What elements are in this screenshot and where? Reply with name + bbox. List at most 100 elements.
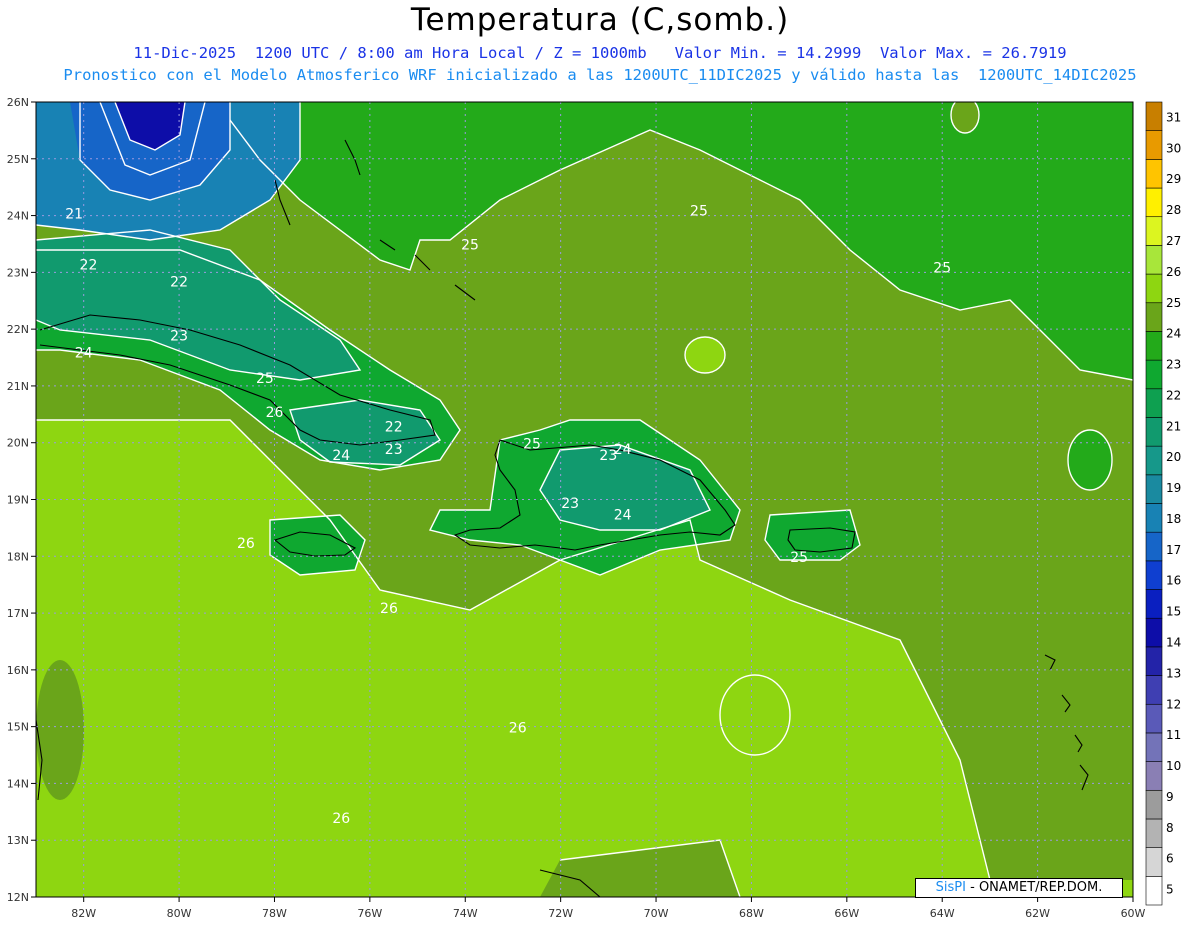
colorbar-label: 31 <box>1166 110 1181 124</box>
lon-tick-label: 66W <box>834 907 859 920</box>
lat-tick-label: 15N <box>7 721 29 734</box>
colorbar-swatch <box>1145 789 1163 820</box>
contour-label: 25 <box>933 260 951 276</box>
lat-tick-label: 20N <box>7 437 29 450</box>
lat-tick-label: 26N <box>7 96 29 109</box>
colorbar-swatch <box>1145 417 1163 447</box>
lon-tick-label: 76W <box>357 907 382 920</box>
lon-tick-label: 60W <box>1121 907 1146 920</box>
contour-label: 24 <box>614 507 632 523</box>
colorbar-swatch <box>1145 646 1163 676</box>
contour-label: 26 <box>266 405 284 421</box>
colorbar-swatch <box>1145 675 1163 705</box>
colorbar-label: 26 <box>1166 265 1181 279</box>
lat-tick-label: 22N <box>7 323 29 336</box>
field-band-25-west <box>36 660 84 800</box>
contour-label: 24 <box>332 448 350 464</box>
lat-tick-label: 14N <box>7 777 29 790</box>
lon-tick-label: 82W <box>71 907 96 920</box>
colorbar-swatch <box>1145 876 1163 906</box>
colorbar-swatch <box>1145 216 1163 246</box>
contour-label: 21 <box>65 206 83 222</box>
contour-label: 26 <box>509 720 527 736</box>
temperature-field <box>36 102 1133 897</box>
colorbar-swatch <box>1145 159 1163 189</box>
credit-brand: SisPI <box>935 880 966 895</box>
colorbar-label: 11 <box>1166 728 1181 742</box>
colorbar-label: 10 <box>1166 759 1181 773</box>
colorbar-swatch <box>1145 847 1163 877</box>
colorbar-label: 17 <box>1166 543 1181 557</box>
colorbar-label: 12 <box>1166 697 1181 711</box>
colorbar-label: 14 <box>1166 635 1181 649</box>
colorbar-label: 9 <box>1166 790 1174 804</box>
lon-tick-label: 68W <box>739 907 764 920</box>
colorbar-label: 24 <box>1166 327 1181 341</box>
credit-text: - ONAMET/REP.DOM. <box>965 880 1103 895</box>
colorbar-label: 27 <box>1166 234 1181 248</box>
colorbar-swatch <box>1145 560 1163 590</box>
contour-label: 24 <box>75 346 93 362</box>
colorbar-swatch <box>1145 818 1163 848</box>
colorbar-swatch <box>1145 474 1163 504</box>
lat-tick-label: 21N <box>7 380 29 393</box>
lat-tick-label: 18N <box>7 550 29 563</box>
colorbar-swatch <box>1145 359 1163 390</box>
colorbar-swatch <box>1145 445 1163 476</box>
lon-tick-label: 78W <box>262 907 287 920</box>
colorbar-swatch <box>1145 732 1163 762</box>
temperature-map: 82W 80W 78W 76W 74W 72W 70W 68W 66W 64W 62W 60W 12N… <box>7 96 1182 920</box>
colorbar-swatch <box>1145 187 1163 218</box>
lat-tick-label: 16N <box>7 664 29 677</box>
contour-label: 24 <box>614 442 632 458</box>
colorbar-swatch <box>1145 388 1163 418</box>
contour-label: 25 <box>690 204 708 220</box>
colorbar-label: 15 <box>1166 605 1181 619</box>
colorbar-label: 30 <box>1166 141 1181 155</box>
contour-label: 26 <box>237 536 255 552</box>
contour-label: 22 <box>80 258 98 274</box>
lat-tick-label: 19N <box>7 494 29 507</box>
contour-label: 25 <box>256 371 274 387</box>
colorbar-label: 23 <box>1166 358 1181 372</box>
field-band-23-puertorico <box>765 510 860 560</box>
colorbar-swatch <box>1145 531 1163 562</box>
contour-label: 25 <box>790 550 808 566</box>
lon-tick-label: 80W <box>167 907 192 920</box>
colorbar-label: 22 <box>1166 388 1181 402</box>
colorbar-swatch <box>1145 703 1163 734</box>
credit-box: SisPI - ONAMET/REP.DOM. <box>915 878 1123 898</box>
longitude-ticks: 82W 80W 78W 76W 74W 72W 70W 68W 66W 64W 62W 60W <box>71 897 1146 920</box>
contour-label: 22 <box>385 419 403 435</box>
lon-tick-label: 70W <box>644 907 669 920</box>
colorbar: 5 6 8 9 10 11 12 13 14 15 16 17 18 19 20 21 22 23 24 25 26 27… <box>1145 101 1181 906</box>
colorbar-swatch <box>1145 589 1163 619</box>
colorbar-label: 20 <box>1166 450 1181 464</box>
contour-label: 25 <box>461 238 479 254</box>
lat-tick-label: 25N <box>7 153 29 166</box>
contour-label: 23 <box>170 329 188 345</box>
lat-tick-label: 23N <box>7 266 29 279</box>
lat-tick-label: 24N <box>7 210 29 223</box>
lon-tick-label: 62W <box>1025 907 1050 920</box>
latitude-ticks: 12N 13N 14N 15N 16N 17N 18N 19N 20N 21N 22N 23N 24N 2… <box>7 96 36 904</box>
colorbar-label: 21 <box>1166 419 1181 433</box>
colorbar-swatch <box>1145 761 1163 791</box>
colorbar-label: 25 <box>1166 296 1181 310</box>
lat-tick-label: 17N <box>7 607 29 620</box>
colorbar-swatch <box>1145 331 1163 361</box>
lat-tick-label: 13N <box>7 834 29 847</box>
contour-label: 26 <box>380 601 398 617</box>
colorbar-swatch <box>1145 130 1163 160</box>
colorbar-label: 28 <box>1166 203 1181 217</box>
colorbar-swatch <box>1145 503 1163 533</box>
contour-label: 22 <box>170 275 188 291</box>
colorbar-label: 5 <box>1166 883 1174 897</box>
lat-tick-label: 12N <box>7 891 29 904</box>
colorbar-label: 19 <box>1166 481 1181 495</box>
colorbar-swatch <box>1145 617 1163 648</box>
colorbar-label: 29 <box>1166 172 1181 186</box>
lon-tick-label: 74W <box>453 907 478 920</box>
contour-label: 23 <box>561 496 579 512</box>
colorbar-label: 18 <box>1166 512 1181 526</box>
